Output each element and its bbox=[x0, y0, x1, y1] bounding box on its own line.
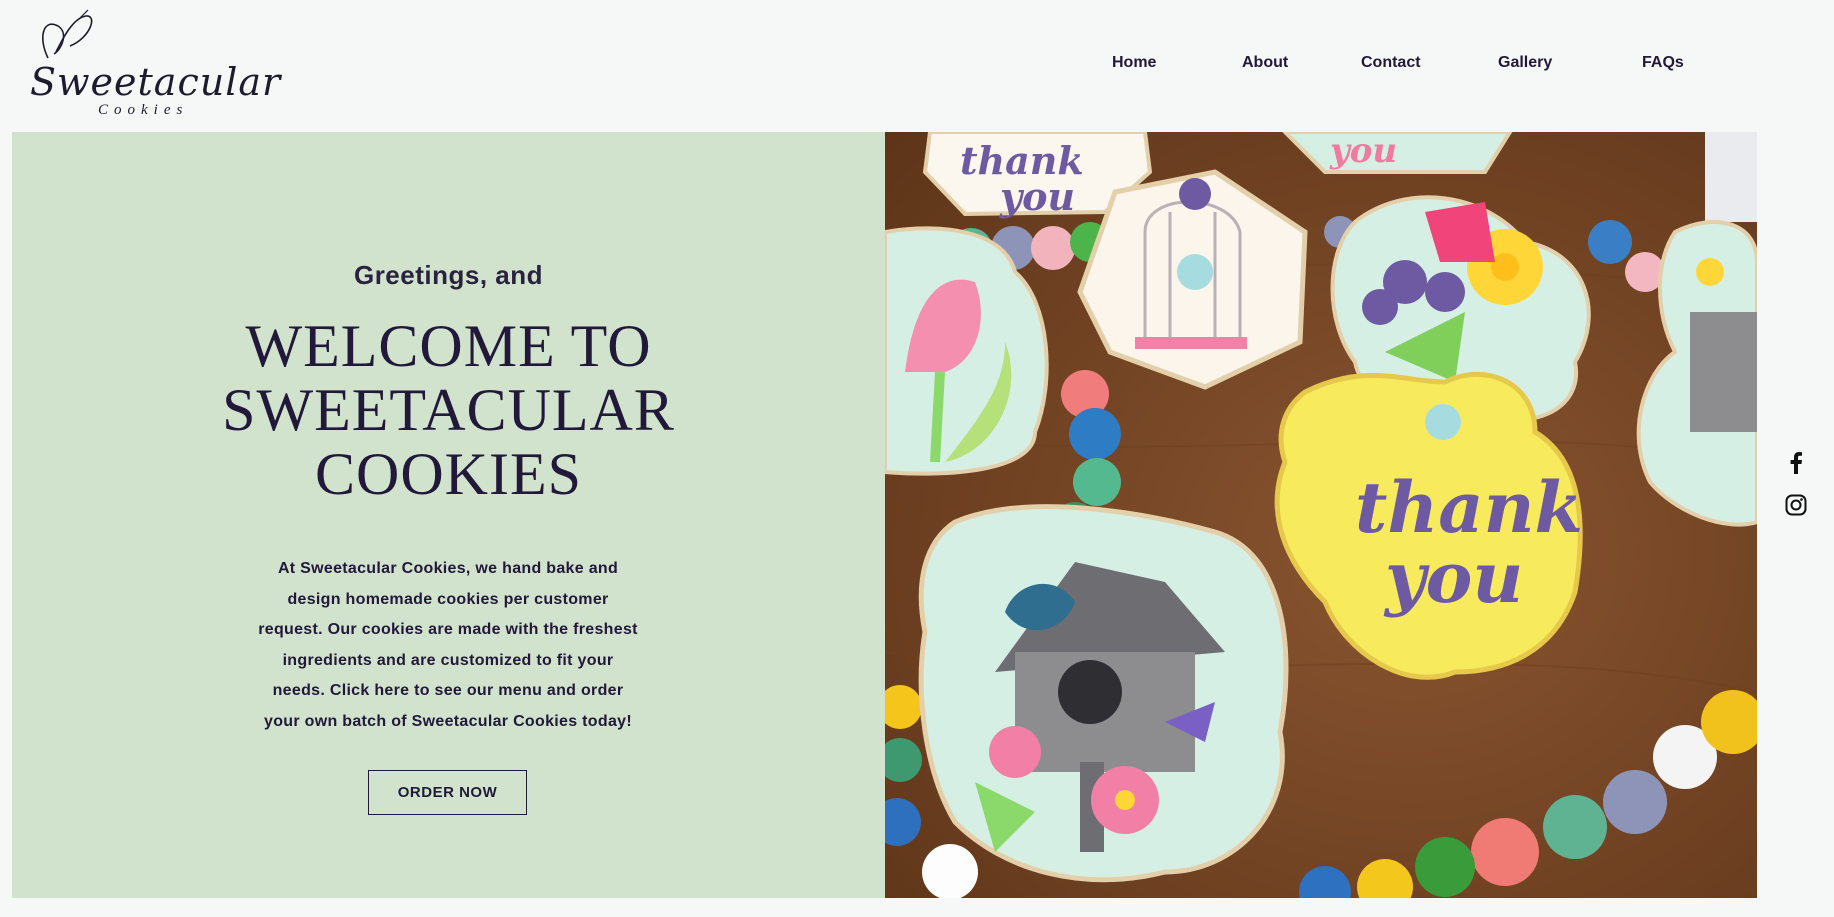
cookie-text-you: you bbox=[1383, 536, 1523, 619]
hero-title: WELCOME TO SWEETACULAR COOKIES bbox=[12, 314, 885, 506]
site-header: Sweetacular Cookies Home About Contact G… bbox=[0, 0, 1834, 131]
hero-cookie-photo: thank you thank you you bbox=[885, 132, 1757, 898]
facebook-icon[interactable] bbox=[1783, 450, 1809, 476]
hero-title-line: COOKIES bbox=[314, 441, 582, 507]
brand-subtitle: Cookies bbox=[98, 102, 189, 118]
intro-line: design homemade cookies per customer bbox=[287, 590, 609, 608]
nav-contact[interactable]: Contact bbox=[1361, 54, 1421, 72]
nav-home[interactable]: Home bbox=[1112, 54, 1156, 72]
hero-text-panel: Greetings, and WELCOME TO SWEETACULAR CO… bbox=[12, 132, 885, 898]
intro-line: At Sweetacular Cookies, we hand bake and bbox=[277, 560, 619, 577]
hero-title-line: WELCOME TO bbox=[245, 313, 652, 379]
intro-line: request. Our cookies are made with the f… bbox=[258, 621, 638, 638]
hero-greeting: Greetings, and bbox=[353, 260, 544, 290]
nav-faqs[interactable]: FAQs bbox=[1642, 54, 1684, 72]
nav-gallery[interactable]: Gallery bbox=[1498, 54, 1552, 72]
cookie-text-you: you bbox=[1329, 132, 1397, 171]
intro-line: ingredients and are customized to fit yo… bbox=[282, 651, 614, 669]
hero-intro: At Sweetacular Cookies, we hand bake and… bbox=[248, 554, 648, 737]
instagram-icon[interactable] bbox=[1783, 492, 1809, 518]
hero-title-line: SWEETACULAR bbox=[222, 377, 675, 443]
nav-about[interactable]: About bbox=[1242, 54, 1288, 72]
social-bar bbox=[1783, 450, 1809, 534]
cookie-text-you: you bbox=[999, 174, 1075, 219]
intro-line: needs. Click here to see our menu and or… bbox=[272, 682, 624, 699]
main-nav: Home About Contact Gallery FAQs bbox=[0, 54, 1834, 78]
order-now-button[interactable]: ORDER NOW bbox=[368, 770, 527, 815]
cookies-image: thank you thank you you bbox=[885, 132, 1757, 898]
intro-line: your own batch of Sweetacular Cookies to… bbox=[264, 712, 632, 730]
